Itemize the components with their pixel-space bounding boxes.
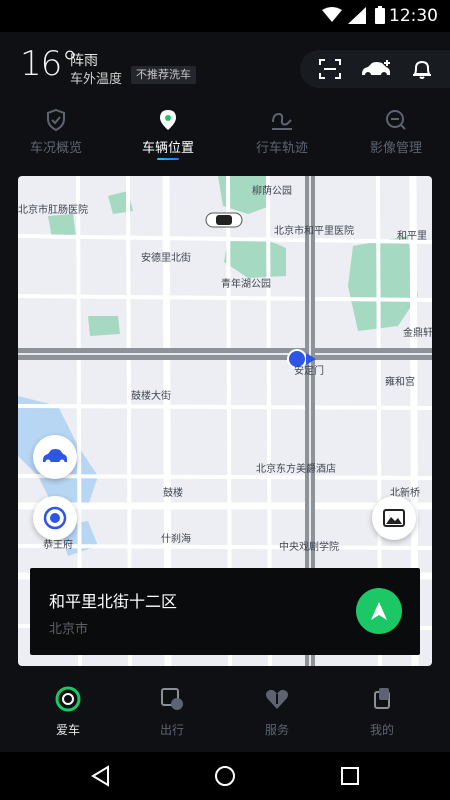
section-tabs: 车况概览 车辆位置 行车轨迹 影像管理 [0, 104, 450, 164]
add-car-icon [362, 60, 390, 78]
nav-label: 爱车 [55, 723, 80, 737]
nav-label: 我的 [369, 723, 394, 737]
scan-icon [319, 59, 341, 79]
tab-vehicle-status[interactable]: 车况概览 [0, 104, 112, 164]
camera-icon [386, 110, 406, 130]
car-locate-icon [43, 449, 67, 465]
recents-button[interactable] [320, 758, 380, 794]
location-pin-icon [160, 110, 176, 130]
wifi-icon [322, 7, 342, 22]
navigate-button[interactable] [356, 588, 402, 634]
active-tab-indicator [157, 158, 179, 160]
profile-icon [374, 688, 390, 709]
bottom-navigation: 爱车 出行 服务 我的 [0, 676, 450, 752]
photo-icon [383, 509, 405, 527]
car-icon [205, 212, 243, 228]
outside-temperature-label: 车外温度 [70, 72, 123, 87]
tab-label: 影像管理 [369, 141, 422, 156]
map-label: 青年湖公园 [221, 279, 271, 290]
map-label: 北京市肛肠医院 [18, 205, 88, 216]
nav-label: 出行 [159, 723, 184, 737]
recents-icon [341, 767, 359, 785]
car-wash-badge: 不推荐洗车 [131, 66, 196, 84]
tab-vehicle-location[interactable]: 车辆位置 [112, 104, 224, 164]
tab-label: 行车轨迹 [255, 141, 308, 156]
tab-driving-track[interactable]: 行车轨迹 [226, 104, 338, 164]
location-city: 北京市 [49, 622, 89, 637]
map-label: 安德里北街 [141, 253, 191, 264]
heart-service-icon [266, 689, 288, 709]
car-ring-icon [55, 686, 81, 712]
status-bar: 12:30 [0, 0, 450, 32]
location-name: 和平里北街十二区 [49, 592, 178, 611]
add-car-button[interactable] [356, 50, 396, 88]
shield-check-icon [47, 108, 65, 132]
tab-image-management[interactable]: 影像管理 [340, 104, 450, 164]
top-action-bar [300, 50, 450, 88]
map-label: 鼓楼大街 [131, 391, 171, 402]
my-location-icon [43, 506, 67, 530]
nav-item-travel[interactable]: 出行 [122, 686, 222, 746]
map-label: 柳荫公园 [252, 186, 292, 197]
notifications-button[interactable] [402, 50, 442, 88]
map-label: 雍和宫 [385, 377, 415, 388]
scan-button[interactable] [310, 50, 350, 88]
home-button[interactable] [195, 758, 255, 794]
back-button[interactable] [70, 758, 130, 794]
track-icon [272, 112, 292, 130]
nav-item-my-car[interactable]: 爱车 [18, 686, 118, 746]
tab-label: 车辆位置 [141, 141, 194, 156]
outside-temperature: 16° [20, 44, 78, 84]
bell-icon [413, 60, 431, 79]
map-label: 中央戏剧学院 [279, 542, 339, 553]
back-icon [91, 765, 109, 787]
status-time: 12:30 [389, 6, 438, 26]
weather-condition: 阵雨 [70, 53, 98, 69]
map-label: 金鼎轩 [403, 328, 432, 339]
battery-icon [375, 6, 385, 24]
map-label: 北京市和平里医院 [274, 226, 354, 237]
tab-label: 车况概览 [29, 141, 82, 156]
map-label: 安定门 [294, 366, 324, 377]
my-location-button[interactable] [33, 496, 77, 540]
map-label: 北京东方美爵酒店 [256, 464, 336, 475]
navigate-arrow-icon [371, 602, 387, 620]
location-card[interactable]: 和平里北街十二区 北京市 [30, 568, 420, 655]
map-label: 和平里 [397, 231, 427, 242]
nav-label: 服务 [264, 723, 289, 737]
map-label: 鼓楼 [163, 488, 183, 499]
map-label: 什刹海 [161, 534, 191, 545]
nav-item-profile[interactable]: 我的 [332, 686, 432, 746]
home-icon [215, 766, 235, 786]
photo-button[interactable] [372, 496, 416, 540]
system-navigation-bar [0, 752, 450, 800]
signal-icon [348, 7, 366, 24]
nav-item-service[interactable]: 服务 [227, 686, 327, 746]
travel-icon [161, 688, 183, 710]
locate-car-button[interactable] [33, 435, 77, 479]
